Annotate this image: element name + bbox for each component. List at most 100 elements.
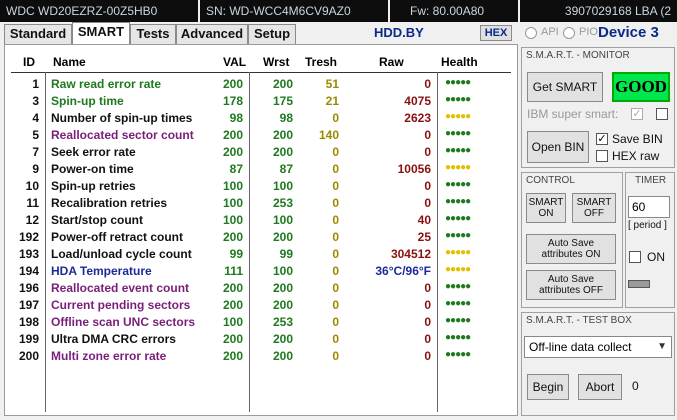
table-row[interactable]: 3 Spin-up time 178 175 21 4075 ●●●●●: [5, 93, 517, 110]
attr-val: 100: [222, 179, 243, 193]
col-wrst: Wrst: [263, 55, 290, 69]
attr-threshold: 140: [318, 128, 339, 142]
health-indicator: ●●●●●: [445, 128, 471, 139]
attr-threshold: 0: [332, 230, 339, 244]
tab-advanced[interactable]: Advanced: [176, 24, 248, 44]
device-label[interactable]: Device 3: [598, 24, 659, 41]
hex-raw-checkbox[interactable]: [596, 150, 608, 162]
attr-threshold: 0: [332, 145, 339, 159]
timer-on-checkbox[interactable]: [629, 251, 641, 263]
table-row[interactable]: 192 Power-off retract count 200 200 0 25 ●●●●●: [5, 229, 517, 246]
site-label[interactable]: HDD.BY: [374, 25, 424, 40]
table-row[interactable]: 199 Ultra DMA CRC errors 200 200 0 0 ●●●●●: [5, 331, 517, 348]
attr-worst: 253: [272, 315, 293, 329]
autosave-off-button[interactable]: Auto Save attributes OFF: [526, 270, 616, 300]
open-bin-button[interactable]: Open BIN: [527, 131, 589, 163]
ibm-extra-checkbox[interactable]: [656, 108, 668, 120]
attr-threshold: 0: [332, 264, 339, 278]
smart-on-button[interactable]: SMART ON: [526, 193, 566, 223]
attr-worst: 100: [272, 213, 293, 227]
table-row[interactable]: 198 Offline scan UNC sectors 100 253 0 0 ●●●●●: [5, 314, 517, 331]
table-row[interactable]: 196 Reallocated event count 200 200 0 0 ●●●●●: [5, 280, 517, 297]
attr-id: 192: [18, 230, 39, 244]
attr-worst: 100: [272, 179, 293, 193]
tab-tests[interactable]: Tests: [130, 24, 176, 44]
table-row[interactable]: 200 Multi zone error rate 200 200 0 0 ●●●●●: [5, 348, 517, 365]
pio-radio[interactable]: [563, 27, 575, 39]
header-divider: [11, 72, 511, 73]
attr-raw: 25: [417, 230, 431, 244]
attr-worst: 200: [272, 128, 293, 142]
ibm-super-smart-checkbox[interactable]: ✓: [631, 108, 643, 120]
health-indicator: ●●●●●: [445, 77, 471, 88]
attr-name: Raw read error rate: [51, 77, 162, 91]
smart-attributes-table: ID Name VAL Wrst Tresh Raw Health 1 Raw r…: [4, 44, 518, 416]
attr-raw: 40: [417, 213, 431, 227]
hex-button[interactable]: HEX: [480, 25, 512, 41]
table-row[interactable]: 5 Reallocated sector count 200 200 140 0 ●●●●●: [5, 127, 517, 144]
smart-off-button[interactable]: SMART OFF: [572, 193, 616, 223]
health-indicator: ●●●●●: [445, 349, 471, 360]
health-indicator: ●●●●●: [445, 94, 471, 105]
table-row[interactable]: 12 Start/stop count 100 100 0 40 ●●●●●: [5, 212, 517, 229]
timer-period-input[interactable]: 60: [628, 196, 670, 218]
attr-name: HDA Temperature: [51, 264, 152, 278]
attr-threshold: 0: [332, 315, 339, 329]
health-indicator: ●●●●●: [445, 145, 471, 156]
table-row[interactable]: 7 Seek error rate 200 200 0 0 ●●●●●: [5, 144, 517, 161]
attr-name: Load/unload cycle count: [51, 247, 192, 261]
health-indicator: ●●●●●: [445, 247, 471, 258]
attr-name: Seek error rate: [51, 145, 136, 159]
tab-smart[interactable]: SMART: [72, 22, 130, 44]
tab-setup[interactable]: Setup: [248, 24, 296, 44]
autosave-on-button[interactable]: Auto Save attributes ON: [526, 234, 616, 264]
attr-threshold: 0: [332, 162, 339, 176]
attr-name: Power-off retract count: [51, 230, 184, 244]
table-row[interactable]: 197 Current pending sectors 200 200 0 0 ●●●●●: [5, 297, 517, 314]
save-bin-checkbox[interactable]: ✓: [596, 133, 608, 145]
test-type-select[interactable]: Off-line data collect ▼: [524, 336, 672, 358]
table-row[interactable]: 4 Number of spin-up times 98 98 0 2623 ●●●●●: [5, 110, 517, 127]
drive-lba: 3907029168 LBA (2: [564, 4, 671, 18]
attr-val: 200: [222, 128, 243, 142]
table-row[interactable]: 9 Power-on time 87 87 0 10056 ●●●●●: [5, 161, 517, 178]
attr-val: 111: [224, 264, 243, 278]
attr-name: Spin-up time: [51, 94, 124, 108]
attr-threshold: 51: [325, 77, 339, 91]
attr-threshold: 0: [332, 332, 339, 346]
attr-val: 200: [222, 230, 243, 244]
save-bin-label: Save BIN: [612, 132, 663, 146]
attr-worst: 200: [272, 77, 293, 91]
attr-id: 11: [26, 196, 39, 210]
begin-test-button[interactable]: Begin: [527, 374, 569, 400]
attr-val: 178: [222, 94, 243, 108]
pio-label: PIO: [579, 26, 598, 38]
attr-val: 200: [222, 281, 243, 295]
attr-threshold: 21: [325, 94, 339, 108]
table-row[interactable]: 194 HDA Temperature 111 100 0 36°C/96°F ●●●●●: [5, 263, 517, 280]
attr-worst: 200: [272, 349, 293, 363]
attr-id: 197: [18, 298, 39, 312]
attr-raw: 10056: [397, 162, 431, 176]
attr-raw: 0: [424, 281, 431, 295]
attr-name: Reallocated event count: [51, 281, 190, 295]
health-indicator: ●●●●●: [445, 264, 471, 275]
table-row[interactable]: 10 Spin-up retries 100 100 0 0 ●●●●●: [5, 178, 517, 195]
table-row[interactable]: 1 Raw read error rate 200 200 51 0 ●●●●●: [5, 76, 517, 93]
attr-worst: 99: [279, 247, 293, 261]
attr-val: 98: [229, 111, 243, 125]
table-row[interactable]: 193 Load/unload cycle count 99 99 0 304512 ●●●…: [5, 246, 517, 263]
smart-testbox-panel: S.M.A.R.T. - TEST BOX: [521, 312, 675, 416]
attr-name: Start/stop count: [51, 213, 143, 227]
get-smart-button[interactable]: Get SMART: [527, 72, 603, 102]
health-indicator: ●●●●●: [445, 213, 471, 224]
abort-test-button[interactable]: Abort: [578, 374, 622, 400]
table-row[interactable]: 11 Recalibration retries 100 253 0 0 ●●●●●: [5, 195, 517, 212]
attr-worst: 200: [272, 332, 293, 346]
attr-id: 12: [25, 213, 39, 227]
test-type-value: Off-line data collect: [529, 340, 632, 354]
health-indicator: ●●●●●: [445, 111, 471, 122]
api-radio[interactable]: [525, 27, 537, 39]
tab-standard[interactable]: Standard: [4, 24, 72, 44]
attr-raw: 0: [424, 77, 431, 91]
